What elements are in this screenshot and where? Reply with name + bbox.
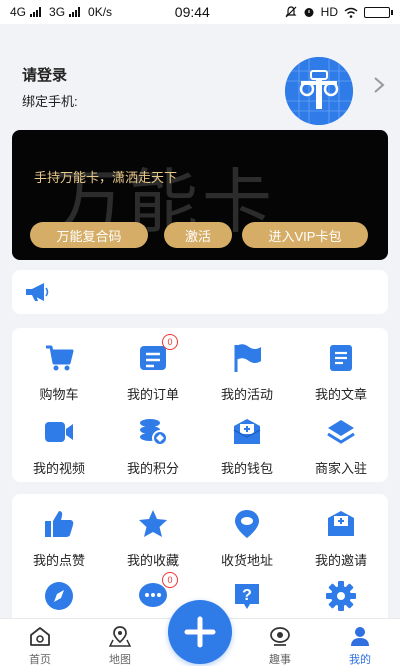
wallet-entry[interactable]: 我的钱包 xyxy=(200,416,294,488)
tab-mine-label: 我的 xyxy=(349,654,371,666)
invite-mail-icon xyxy=(328,511,354,536)
vip-card: 万能卡 手持万能卡，潇洒走天下 万能复合码 激活 进入VIP卡包 xyxy=(12,130,388,260)
mute-bell-icon xyxy=(285,6,297,18)
likes-entry[interactable]: 我的点赞 xyxy=(12,508,106,580)
bind-phone-label: 绑定手机: xyxy=(22,94,78,109)
network-type-2: 3G xyxy=(49,5,66,19)
articles-label: 我的文章 xyxy=(314,387,367,402)
cart-label: 购物车 xyxy=(39,387,79,402)
likes-label: 我的点赞 xyxy=(32,553,85,568)
cart-entry[interactable]: 购物车 xyxy=(12,342,106,414)
person-icon xyxy=(351,627,369,646)
videos-entry[interactable]: 我的视频 xyxy=(12,416,106,488)
avatar[interactable] xyxy=(285,57,353,125)
tab-home[interactable]: 首页 xyxy=(0,619,80,666)
star-icon xyxy=(139,510,167,537)
clock: 09:44 xyxy=(174,4,210,20)
vip-slogan: 手持万能卡，潇洒走天下 xyxy=(34,170,178,185)
tab-fun[interactable]: 趣事 xyxy=(240,619,320,666)
avatar-robot-icon xyxy=(285,57,353,125)
alarm-icon xyxy=(304,8,314,17)
videos-label: 我的视频 xyxy=(32,461,85,476)
articles-entry[interactable]: 我的文章 xyxy=(294,342,388,414)
address-entry[interactable]: 收货地址 xyxy=(200,508,294,580)
chevron-right-icon[interactable] xyxy=(372,76,386,94)
hd-indicator: HD xyxy=(320,5,338,19)
orders-badge: 0 xyxy=(162,334,178,350)
status-bar: 4G 3G 0K/s 09:44 HD xyxy=(0,0,400,24)
location-icon xyxy=(235,510,259,538)
net-speed: 0K/s xyxy=(88,5,113,19)
article-icon xyxy=(330,345,352,371)
functions-grid-1: 购物车 0 我的订单 我的活动 我的文章 我的视频 我的积分 我的钱包 商家入驻 xyxy=(12,328,388,482)
home-icon xyxy=(30,627,50,646)
network-type-1: 4G xyxy=(10,5,27,19)
points-entry[interactable]: 我的积分 xyxy=(106,416,200,488)
battery-icon xyxy=(364,6,393,18)
merchant-icon xyxy=(327,420,355,444)
tab-mine[interactable]: 我的 xyxy=(320,619,400,666)
activate-button[interactable]: 激活 xyxy=(164,222,232,248)
address-label: 收货地址 xyxy=(220,553,273,568)
compass-icon xyxy=(45,582,73,610)
plus-icon xyxy=(184,616,216,648)
wifi-icon xyxy=(344,7,358,18)
points-label: 我的积分 xyxy=(126,461,179,476)
tab-home-label: 首页 xyxy=(29,654,51,666)
help-icon: ? xyxy=(235,584,259,609)
signal-icon xyxy=(30,7,42,17)
merchant-label: 商家入驻 xyxy=(314,461,367,476)
orders-entry[interactable]: 0 我的订单 xyxy=(106,334,200,414)
flag-icon xyxy=(234,344,261,372)
invite-entry[interactable]: 我的邀请 xyxy=(294,508,388,580)
cart-icon xyxy=(46,345,74,371)
tab-map[interactable]: 地图 xyxy=(80,619,160,666)
login-prompt[interactable]: 请登录 xyxy=(22,64,67,85)
settings-gear-icon xyxy=(326,581,356,611)
eye-icon xyxy=(270,627,290,646)
activities-label: 我的活动 xyxy=(220,387,273,402)
signal-icon-2 xyxy=(69,7,81,17)
thumbs-up-icon xyxy=(45,511,74,537)
svg-text:?: ? xyxy=(242,587,252,604)
points-icon xyxy=(140,419,168,446)
tab-fun-label: 趣事 xyxy=(269,654,291,666)
orders-label: 我的订单 xyxy=(126,387,179,402)
activities-entry[interactable]: 我的活动 xyxy=(200,342,294,414)
wallet-icon xyxy=(233,419,261,444)
profile-header[interactable]: 请登录 绑定手机: xyxy=(0,24,400,125)
vip-card-wallet-button[interactable]: 进入VIP卡包 xyxy=(242,222,368,248)
megaphone-icon xyxy=(26,283,49,301)
map-icon xyxy=(109,626,131,647)
composite-code-button[interactable]: 万能复合码 xyxy=(30,222,148,248)
messages-badge: 0 xyxy=(162,572,178,588)
tab-map-label: 地图 xyxy=(109,654,131,666)
favorites-entry[interactable]: 我的收藏 xyxy=(106,508,200,580)
video-icon xyxy=(45,422,73,442)
wallet-label: 我的钱包 xyxy=(220,461,273,476)
merchant-entry[interactable]: 商家入驻 xyxy=(294,416,388,488)
announcement-bar[interactable] xyxy=(12,270,388,314)
publish-plus-button[interactable] xyxy=(168,600,232,664)
invite-label: 我的邀请 xyxy=(314,553,367,568)
favorites-label: 我的收藏 xyxy=(126,553,179,568)
